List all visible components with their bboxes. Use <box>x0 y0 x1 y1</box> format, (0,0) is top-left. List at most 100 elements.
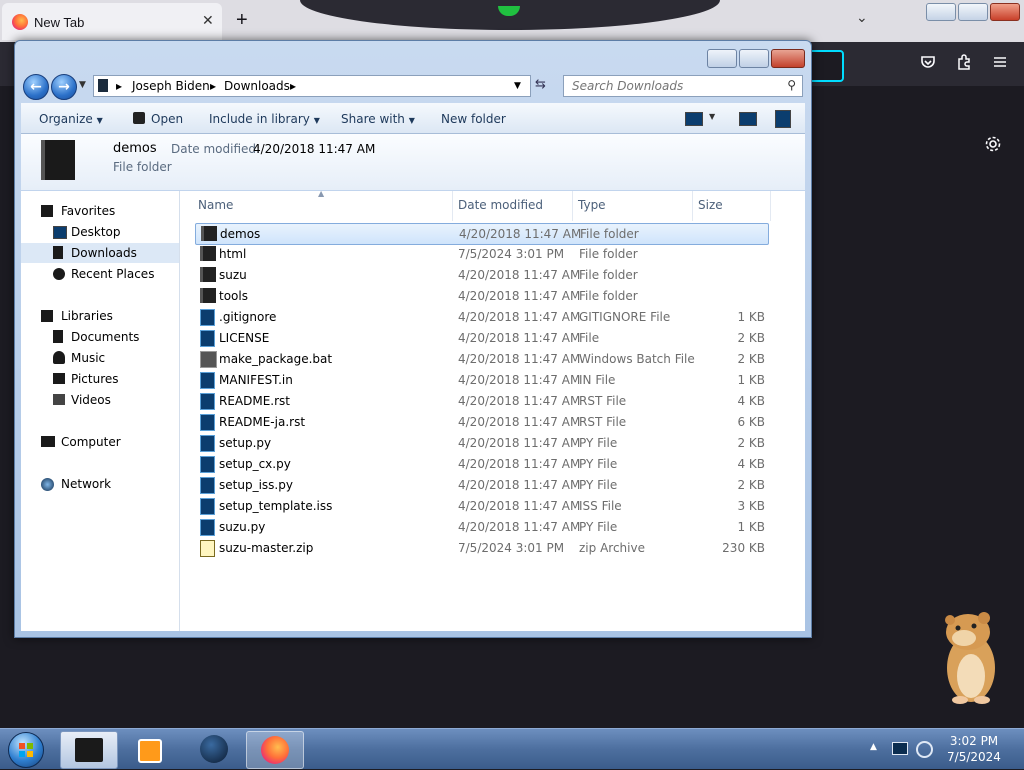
table-row[interactable]: README-ja.rst 4/20/2018 11:47 AM RST File 6… <box>195 412 767 432</box>
file-type: File folder <box>579 247 638 261</box>
sort-ascending-icon: ▲ <box>318 189 325 198</box>
table-row[interactable]: make_package.bat 4/20/2018 11:47 AM Window… <box>195 349 767 369</box>
share-with-button[interactable]: Share with ▼ <box>341 112 415 126</box>
include-in-library-button[interactable]: Include in library ▼ <box>209 112 320 126</box>
taskbar-media-player-button[interactable] <box>122 731 178 767</box>
taskbar-firefox-button[interactable] <box>246 731 304 769</box>
file-size: 3 KB <box>737 499 765 513</box>
open-button[interactable]: Open <box>151 112 183 126</box>
show-hidden-icons-icon[interactable]: ▲ <box>870 742 877 752</box>
browser-tab[interactable]: New Tab ✕ <box>2 3 222 40</box>
system-clock[interactable]: 3:02 PM 7/5/2024 <box>946 733 1002 765</box>
nav-label: Desktop <box>71 225 121 239</box>
browser-minimize-button[interactable] <box>926 3 956 21</box>
table-row[interactable]: setup.py 4/20/2018 11:47 AM PY File 2 KB <box>195 433 767 453</box>
table-row[interactable]: suzu-master.zip 7/5/2024 3:01 PM zip Archi… <box>195 538 767 558</box>
nav-music[interactable]: Music <box>21 348 179 368</box>
search-input[interactable] <box>570 78 774 94</box>
column-header-date[interactable]: Date modified <box>458 198 543 212</box>
file-type: GITIGNORE File <box>579 310 671 324</box>
minimize-button[interactable] <box>707 49 737 68</box>
nav-videos[interactable]: Videos <box>21 390 179 410</box>
file-name: setup_template.iss <box>219 499 333 513</box>
table-row[interactable]: MANIFEST.in 4/20/2018 11:47 AM IN File 1 KB <box>195 370 767 390</box>
table-row[interactable]: LICENSE 4/20/2018 11:47 AM File 2 KB <box>195 328 767 348</box>
table-row[interactable]: tools 4/20/2018 11:47 AM File folder <box>195 286 767 306</box>
maximize-button[interactable] <box>739 49 769 68</box>
help-icon[interactable] <box>775 110 791 128</box>
organize-button[interactable]: Organize ▼ <box>39 112 103 126</box>
table-row[interactable]: demos 4/20/2018 11:47 AM File folder <box>195 223 769 245</box>
tray-display-icon[interactable] <box>892 742 908 755</box>
column-divider[interactable] <box>572 191 573 221</box>
nav-desktop[interactable]: Desktop <box>21 222 179 242</box>
table-row[interactable]: suzu.py 4/20/2018 11:47 AM PY File 1 KB <box>195 517 767 537</box>
file-name: setup_iss.py <box>219 478 293 492</box>
nav-network[interactable]: Network <box>21 474 179 494</box>
menu-icon[interactable] <box>992 54 1008 74</box>
nav-favorites[interactable]: Favorites <box>21 201 179 221</box>
breadcrumb-separator-icon[interactable]: ▸ <box>290 79 296 93</box>
extensions-icon[interactable] <box>956 54 972 74</box>
tray-network-icon[interactable] <box>916 741 933 758</box>
pocket-icon[interactable] <box>920 54 936 74</box>
back-arrow-icon[interactable]: ← <box>23 74 49 100</box>
file-name: html <box>219 247 247 261</box>
recent-pages-chevron-icon[interactable]: ▼ <box>79 80 86 90</box>
browser-restore-button[interactable] <box>958 3 988 21</box>
new-tab-button[interactable]: + <box>236 9 248 32</box>
settings-gear-icon[interactable] <box>984 135 1002 157</box>
explorer-icon <box>75 738 103 762</box>
nav-label: Documents <box>71 330 140 344</box>
breadcrumb-downloads[interactable]: Downloads <box>224 79 290 93</box>
tab-close-icon[interactable]: ✕ <box>202 13 214 29</box>
column-header-size[interactable]: Size <box>698 198 723 212</box>
search-box[interactable]: ⚲ <box>563 75 803 97</box>
table-row[interactable]: setup_template.iss 4/20/2018 11:47 AM ISS … <box>195 496 767 516</box>
browser-close-button[interactable] <box>990 3 1020 21</box>
nav-computer[interactable]: Computer <box>21 432 179 452</box>
view-options-chevron-icon[interactable]: ▼ <box>709 112 715 121</box>
open-icon[interactable] <box>133 112 145 124</box>
nav-documents[interactable]: Documents <box>21 327 179 347</box>
table-row[interactable]: .gitignore 4/20/2018 11:47 AM GITIGNORE Fi… <box>195 307 767 327</box>
file-name: demos <box>220 227 261 241</box>
nav-recent-places[interactable]: Recent Places <box>21 264 179 284</box>
document-icon <box>200 477 215 494</box>
breadcrumb-separator-icon[interactable]: ▸ <box>210 79 216 93</box>
start-button[interactable] <box>8 732 44 768</box>
close-button[interactable] <box>771 49 805 68</box>
taskbar-app-button[interactable] <box>186 731 242 767</box>
preview-pane-icon[interactable] <box>739 112 757 126</box>
column-header-type[interactable]: Type <box>578 198 606 212</box>
nav-pictures[interactable]: Pictures <box>21 369 179 389</box>
breadcrumb-user[interactable]: Joseph Biden <box>132 79 210 93</box>
address-bar[interactable]: ▸ Joseph Biden ▸ Downloads ▸ ▼ <box>93 75 531 97</box>
column-divider[interactable] <box>692 191 693 221</box>
list-all-tabs-icon[interactable]: ⌄ <box>856 10 868 26</box>
table-row[interactable]: html 7/5/2024 3:01 PM File folder <box>195 244 767 264</box>
file-date-modified: 4/20/2018 11:47 AM <box>458 394 581 408</box>
address-history-chevron-icon[interactable]: ▼ <box>514 81 521 91</box>
breadcrumb-separator-icon[interactable]: ▸ <box>116 79 122 93</box>
nav-libraries[interactable]: Libraries <box>21 306 179 326</box>
column-header-name[interactable]: Name <box>198 198 233 212</box>
file-size: 4 KB <box>737 457 765 471</box>
column-divider[interactable] <box>452 191 453 221</box>
table-row[interactable]: setup_iss.py 4/20/2018 11:47 AM PY File 2 K… <box>195 475 767 495</box>
nav-downloads[interactable]: Downloads <box>21 243 179 263</box>
table-row[interactable]: setup_cx.py 4/20/2018 11:47 AM PY File 4 KB <box>195 454 767 474</box>
computer-icon <box>41 436 55 447</box>
table-row[interactable]: suzu 4/20/2018 11:47 AM File folder <box>195 265 767 285</box>
search-icon[interactable]: ⚲ <box>787 78 796 92</box>
forward-arrow-icon[interactable]: → <box>51 74 77 100</box>
folder-icon <box>200 267 216 282</box>
zip-file-icon <box>200 540 215 557</box>
table-row[interactable]: README.rst 4/20/2018 11:47 AM RST File 4 KB <box>195 391 767 411</box>
new-folder-button[interactable]: New folder <box>441 112 506 126</box>
change-view-icon[interactable] <box>685 112 703 126</box>
column-divider[interactable] <box>770 191 771 221</box>
file-date-modified: 4/20/2018 11:47 AM <box>458 289 581 303</box>
refresh-icon[interactable]: ⇆ <box>535 77 546 92</box>
taskbar-explorer-button[interactable] <box>60 731 118 769</box>
